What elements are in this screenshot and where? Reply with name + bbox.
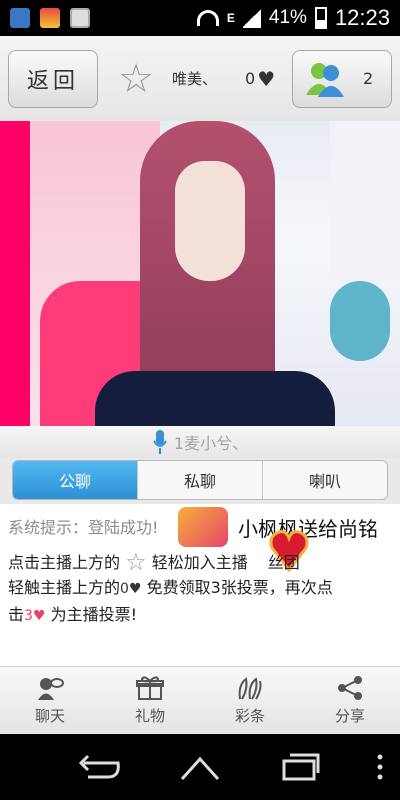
home-icon (180, 756, 220, 781)
chat-area[interactable]: 系统提示：登陆成功! 小枫枫送给尚铭 点击主播上方的 ☆ 轻松加入主播 丝团 轻触… (0, 504, 400, 666)
system-message: 系统提示：登陆成功! (8, 518, 159, 537)
gift-icon (136, 676, 164, 700)
network-type: E (226, 11, 235, 25)
notification-app-icon (10, 8, 30, 28)
signal-icon (242, 8, 261, 28)
share-icon (338, 676, 362, 700)
chat-tabs: 公聊 私聊 喇叭 (0, 458, 400, 504)
system-back-button[interactable] (60, 747, 140, 787)
vote-count-zero: 0 (120, 581, 129, 597)
mic-row: 1麦小兮、 (0, 426, 400, 458)
nav-chat[interactable]: 聊天 (0, 667, 100, 734)
ribbon-icon (238, 677, 262, 700)
image-icon (70, 8, 90, 28)
battery-percent: 41% (268, 7, 307, 28)
users-icon (306, 62, 344, 97)
back-arrow-icon (78, 754, 120, 779)
back-button[interactable]: 返回 (8, 49, 98, 108)
more-vert-icon (377, 754, 383, 780)
chat-line: 点击主播上方的 ☆ 轻松加入主播 丝团 (8, 548, 300, 576)
room-header: 返回 ☆ 唯美、 0 ♥ 2 (0, 36, 400, 121)
small-heart-icon: ♥ (128, 581, 142, 597)
battery-icon (314, 7, 327, 29)
chat-line: 轻触主播上方的0♥ 免费领取3张投票，再次点 (8, 578, 333, 597)
mic-user-label: 1麦小兮、 (173, 434, 249, 453)
tab-speaker[interactable]: 喇叭 (262, 461, 387, 499)
system-recents-button[interactable] (260, 747, 340, 787)
favorite-star-icon[interactable]: ☆ (112, 55, 160, 103)
nav-gift[interactable]: 礼物 (100, 667, 200, 734)
studio-microphone (330, 281, 390, 361)
tab-public-chat[interactable]: 公聊 (13, 461, 137, 499)
nav-share[interactable]: 分享 (300, 667, 400, 734)
heart-count-value: 0 (245, 69, 256, 88)
video-stream[interactable] (0, 121, 400, 426)
chat-line: 击3♥ 为主播投票! (8, 605, 138, 624)
recents-icon (282, 753, 320, 781)
audience-count: 2 (363, 69, 374, 88)
heart-counter: 0 ♥ (245, 67, 275, 91)
anchor-name: 唯美、 (172, 70, 218, 88)
gift-image-icon (178, 507, 228, 547)
status-bar: E 41% 12:23 (0, 0, 400, 36)
star-outline-icon: ☆ (125, 548, 147, 576)
bottom-nav: 聊天 礼物 彩条 分享 (0, 666, 400, 734)
tab-private-chat[interactable]: 私聊 (137, 461, 262, 499)
overflow-menu-button[interactable] (360, 747, 400, 787)
nav-ribbon[interactable]: 彩条 (200, 667, 300, 734)
pink-heart-icon: ♥ (32, 608, 46, 624)
clock: 12:23 (334, 5, 390, 30)
wifi-icon (196, 10, 219, 26)
microphone-icon (153, 430, 167, 454)
audience-button[interactable]: 2 (292, 49, 392, 108)
vote-count-three: 3 (24, 608, 33, 624)
system-nav-bar (0, 734, 400, 800)
heart-icon: ♥ (257, 66, 276, 91)
system-home-button[interactable] (160, 747, 240, 787)
shield-icon (40, 8, 60, 28)
chat-icon (38, 678, 64, 700)
